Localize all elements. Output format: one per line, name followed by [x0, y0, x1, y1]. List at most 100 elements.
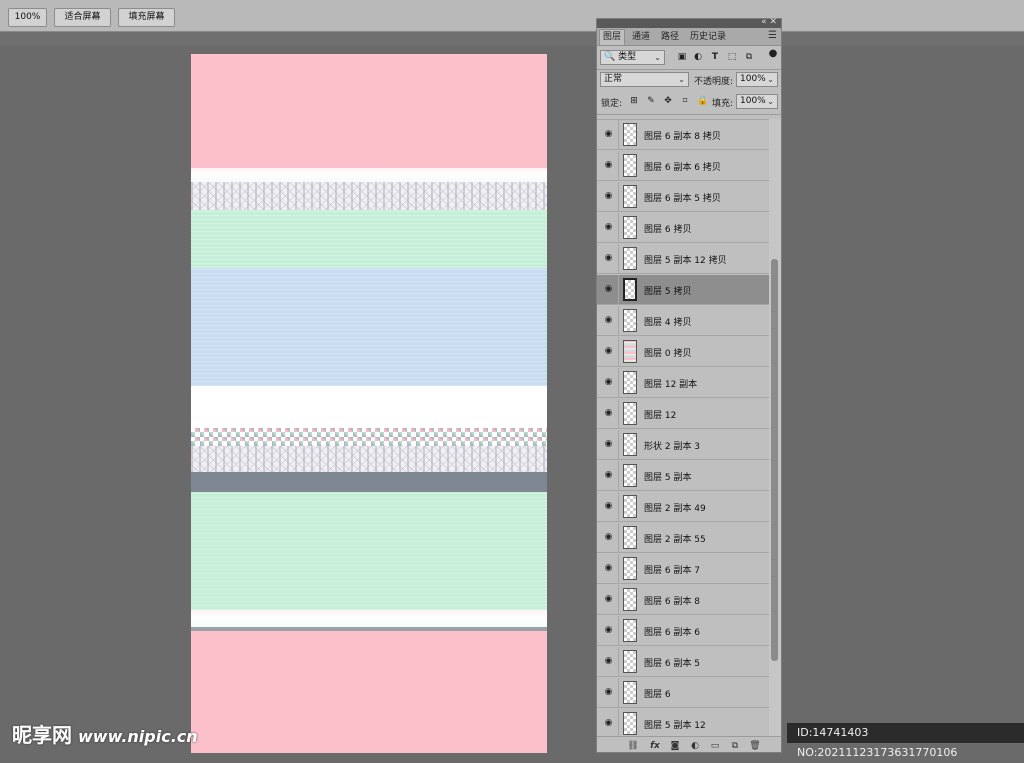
layer-name[interactable]: 图层 6 副本 5	[644, 656, 700, 669]
layer-row[interactable]: ◉ 图层 12	[597, 399, 769, 429]
eye-icon[interactable]: ◉	[603, 346, 614, 357]
layers-scrollbar[interactable]	[769, 119, 781, 736]
layer-name[interactable]: 图层 6 副本 6	[644, 625, 700, 638]
pixel-filter-icon[interactable]: ▣	[677, 52, 687, 62]
zoom-100-button[interactable]: 100%	[8, 8, 47, 27]
link-layers-icon[interactable]: ⛓	[627, 740, 639, 752]
eye-icon[interactable]: ◉	[603, 315, 614, 326]
eye-icon[interactable]: ◉	[603, 532, 614, 543]
layer-row[interactable]: ◉ 图层 5 副本 12	[597, 709, 769, 736]
layer-row[interactable]: ◉ 图层 2 副本 55	[597, 523, 769, 553]
layer-row[interactable]: ◉ 图层 6 副本 5 拷贝	[597, 182, 769, 212]
layer-row[interactable]: ◉ 图层 12 副本	[597, 368, 769, 398]
eye-icon[interactable]: ◉	[603, 501, 614, 512]
layer-name[interactable]: 图层 12	[644, 408, 676, 421]
tab-paths[interactable]: 路径	[658, 30, 682, 45]
blend-mode-select[interactable]: 正常 ⌄	[600, 72, 689, 87]
diamond-pattern-band	[191, 428, 547, 446]
layer-row[interactable]: ◉ 图层 6 副本 5	[597, 647, 769, 677]
layer-name[interactable]: 图层 0 拷贝	[644, 346, 691, 359]
fx-effects-icon[interactable]: fx	[649, 740, 661, 752]
eye-icon[interactable]: ◉	[603, 656, 614, 667]
eye-icon[interactable]: ◉	[603, 160, 614, 171]
fill-input[interactable]: 100% ⌄	[736, 94, 778, 109]
filter-toggle-icon[interactable]: ●	[768, 49, 778, 59]
layer-row[interactable]: ◉ 图层 4 拷贝	[597, 306, 769, 336]
layer-name[interactable]: 图层 2 副本 55	[644, 532, 706, 545]
layer-row[interactable]: ◉ 图层 6 副本 6	[597, 616, 769, 646]
layer-name[interactable]: 图层 6 拷贝	[644, 222, 691, 235]
eye-icon[interactable]: ◉	[603, 718, 614, 729]
eye-icon[interactable]: ◉	[603, 222, 614, 233]
panel-title-bar[interactable]: « ✕	[597, 17, 781, 28]
layer-name[interactable]: 图层 12 副本	[644, 377, 697, 390]
layer-thumbnail	[623, 185, 637, 208]
lock-position-move-icon[interactable]: ✥	[663, 96, 673, 106]
layer-name[interactable]: 图层 6 副本 8	[644, 594, 700, 607]
layer-row-selected[interactable]: ◉ 图层 5 拷贝	[597, 275, 769, 305]
scrollbar-thumb[interactable]	[771, 259, 778, 661]
layer-name[interactable]: 图层 4 拷贝	[644, 315, 691, 328]
layer-name[interactable]: 图层 6	[644, 687, 671, 700]
collapse-icon[interactable]: « ✕	[761, 17, 777, 27]
divider	[618, 151, 619, 181]
layer-name[interactable]: 图层 6 副本 5 拷贝	[644, 191, 721, 204]
new-layer-icon[interactable]: ⧉	[729, 740, 741, 752]
eye-icon[interactable]: ◉	[603, 284, 614, 295]
eye-icon[interactable]: ◉	[603, 439, 614, 450]
layer-row[interactable]: ◉ 形状 2 副本 3	[597, 430, 769, 460]
layer-name[interactable]: 图层 5 副本 12 拷贝	[644, 253, 727, 266]
eye-icon[interactable]: ◉	[603, 377, 614, 388]
tab-history[interactable]: 历史记录	[687, 30, 729, 45]
smart-object-filter-icon[interactable]: ⧉	[744, 52, 754, 62]
eye-icon[interactable]: ◉	[603, 253, 614, 264]
fill-screen-button[interactable]: 填充屏幕	[118, 8, 175, 27]
add-mask-icon[interactable]: ◙	[669, 740, 681, 752]
layer-row[interactable]: ◉ 图层 6 副本 8	[597, 585, 769, 615]
eye-icon[interactable]: ◉	[603, 129, 614, 140]
layer-row[interactable]: ◉ 图层 6	[597, 678, 769, 708]
layer-filter-select[interactable]: 🔍 类型 ⌄	[600, 50, 665, 65]
watermark-logo: 昵享网 www.nipic.cn	[0, 718, 198, 753]
eye-icon[interactable]: ◉	[603, 625, 614, 636]
opacity-input[interactable]: 100% ⌄	[736, 72, 778, 87]
layer-name[interactable]: 图层 5 副本	[644, 470, 691, 483]
layer-row[interactable]: ◉ 图层 5 副本	[597, 461, 769, 491]
layer-name[interactable]: 形状 2 副本 3	[644, 439, 700, 452]
document-canvas[interactable]	[191, 54, 547, 753]
eye-icon[interactable]: ◉	[603, 408, 614, 419]
layer-row[interactable]: ◉ 图层 6 拷贝	[597, 213, 769, 243]
shape-filter-icon[interactable]: ⬚	[727, 52, 737, 62]
layer-row[interactable]: ◉ 图层 0 拷贝	[597, 337, 769, 367]
layer-row[interactable]: ◉ 图层 5 副本 12 拷贝	[597, 244, 769, 274]
eye-icon[interactable]: ◉	[603, 563, 614, 574]
layer-thumbnail	[623, 371, 637, 394]
tab-channels[interactable]: 通道	[629, 30, 653, 45]
layer-row[interactable]: ◉ 图层 6 副本 6 拷贝	[597, 151, 769, 181]
artboard-lock-icon[interactable]: ⌗	[680, 96, 690, 106]
lock-all-icon[interactable]: 🔒	[697, 96, 708, 106]
layer-row[interactable]: ◉ 图层 2 副本 49	[597, 492, 769, 522]
eye-icon[interactable]: ◉	[603, 191, 614, 202]
tab-layers[interactable]: 图层	[599, 29, 626, 45]
lock-image-brush-icon[interactable]: ✎	[646, 96, 656, 106]
eye-icon[interactable]: ◉	[603, 687, 614, 698]
trash-icon[interactable]: 🗑	[749, 740, 761, 752]
layer-name[interactable]: 图层 5 副本 12	[644, 718, 706, 731]
lock-transparency-icon[interactable]: ⊞	[629, 96, 639, 106]
new-group-folder-icon[interactable]: ▭	[709, 740, 721, 752]
eye-icon[interactable]: ◉	[603, 470, 614, 481]
layer-name[interactable]: 图层 6 副本 8 拷贝	[644, 129, 721, 142]
panel-menu-icon[interactable]: ☰	[768, 30, 777, 41]
layer-row[interactable]: ◉ 图层 6 副本 7	[597, 554, 769, 584]
type-filter-icon[interactable]: T	[710, 52, 720, 62]
layer-name[interactable]: 图层 6 副本 7	[644, 563, 700, 576]
layer-name[interactable]: 图层 5 拷贝	[644, 284, 691, 297]
eye-icon[interactable]: ◉	[603, 594, 614, 605]
adjustment-filter-icon[interactable]: ◐	[693, 52, 703, 62]
adjustment-layer-icon[interactable]: ◐	[689, 740, 701, 752]
layer-name[interactable]: 图层 2 副本 49	[644, 501, 706, 514]
fit-screen-button[interactable]: 适合屏幕	[54, 8, 111, 27]
layer-name[interactable]: 图层 6 副本 6 拷贝	[644, 160, 721, 173]
layer-row[interactable]: ◉ 图层 6 副本 8 拷贝	[597, 120, 769, 150]
